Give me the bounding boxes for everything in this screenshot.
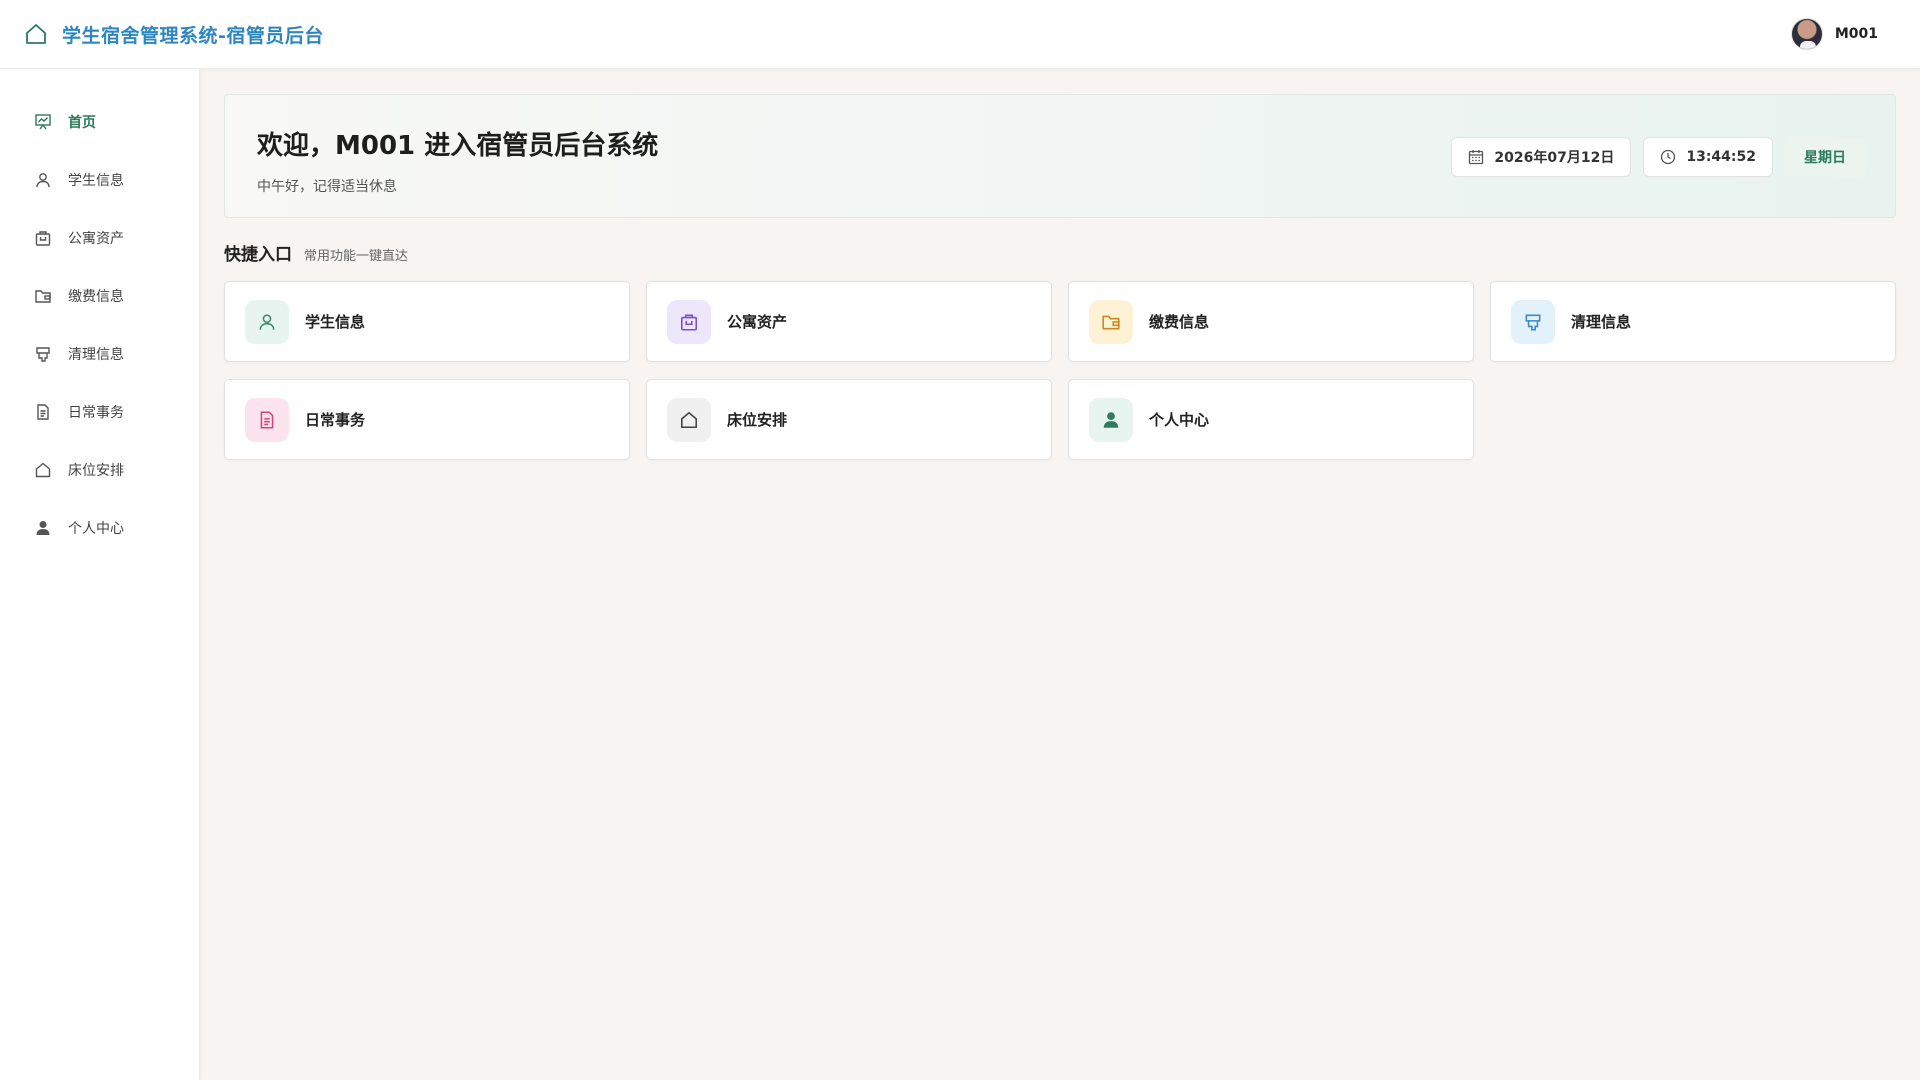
date-pill: 2026年07月12日 (1451, 137, 1632, 177)
document-icon (34, 403, 52, 421)
card-label: 床位安排 (727, 411, 788, 429)
quick-card-payments[interactable]: 缴费信息 (1068, 281, 1474, 362)
welcome-banner: 欢迎，M001 进入宿管员后台系统 中午好，记得适当休息 2026年07月12日… (224, 94, 1896, 218)
time-text: 13:44:52 (1686, 149, 1756, 165)
user-icon (34, 171, 52, 189)
sidebar-item-label: 学生信息 (68, 173, 124, 189)
quick-access-header: 快捷入口 常用功能一键直达 (224, 240, 1896, 265)
person-filled-icon (34, 519, 52, 537)
wallet-icon (1089, 299, 1133, 344)
sidebar-item-label: 公寓资产 (68, 231, 124, 247)
welcome-subtitle: 中午好，记得适当休息 (257, 179, 397, 195)
quick-card-cleaning[interactable]: 清理信息 (1490, 281, 1896, 362)
card-label: 公寓资产 (727, 313, 788, 331)
wallet-icon (34, 287, 52, 305)
box-icon (667, 299, 711, 344)
cleaning-icon (34, 345, 52, 363)
document-icon (245, 397, 289, 442)
datetime-pills: 2026年07月12日 13:44:52 星期日 (1451, 137, 1865, 177)
sidebar-item-label: 日常事务 (68, 405, 124, 421)
top-header: 学生宿舍管理系统-宿管员后台 M001 (0, 0, 1920, 69)
house-icon (34, 461, 52, 479)
calendar-icon (1468, 149, 1484, 165)
sidebar-item-profile[interactable]: 个人中心 (0, 499, 199, 557)
sidebar-item-beds[interactable]: 床位安排 (0, 441, 199, 499)
sidebar-item-home[interactable]: 首页 (0, 93, 199, 151)
sidebar-item-label: 个人中心 (68, 521, 124, 537)
card-label: 缴费信息 (1149, 313, 1210, 331)
card-label: 清理信息 (1571, 313, 1632, 331)
person-filled-icon (1089, 397, 1133, 442)
house-icon (667, 397, 711, 442)
box-icon (34, 229, 52, 247)
clock-icon (1660, 149, 1676, 165)
sidebar-item-assets[interactable]: 公寓资产 (0, 209, 199, 267)
sidebar-item-payments[interactable]: 缴费信息 (0, 267, 199, 325)
sidebar-item-label: 首页 (68, 115, 96, 131)
sidebar-item-label: 清理信息 (68, 347, 124, 363)
time-pill: 13:44:52 (1643, 137, 1773, 177)
user-name: M001 (1834, 26, 1878, 42)
home-chart-icon (34, 113, 52, 131)
user-menu[interactable]: M001 (1790, 18, 1878, 50)
sidebar: 首页 学生信息 公寓资产 缴费信息 清理信息 日常事务 床位安排 个人中心 (0, 69, 200, 1080)
app-title: 学生宿舍管理系统-宿管员后台 (62, 24, 324, 47)
weekday-text: 星期日 (1804, 150, 1846, 166)
quick-card-students[interactable]: 学生信息 (224, 281, 630, 362)
sidebar-item-label: 缴费信息 (68, 289, 124, 305)
avatar[interactable] (1790, 18, 1823, 50)
user-icon (245, 299, 289, 344)
house-icon (24, 22, 48, 46)
card-label: 学生信息 (305, 313, 366, 331)
main-content: 欢迎，M001 进入宿管员后台系统 中午好，记得适当休息 2026年07月12日… (224, 94, 1896, 460)
card-label: 日常事务 (305, 411, 366, 429)
date-text: 2026年07月12日 (1494, 150, 1615, 166)
sidebar-item-cleaning[interactable]: 清理信息 (0, 325, 199, 383)
sidebar-item-daily[interactable]: 日常事务 (0, 383, 199, 441)
sidebar-item-label: 床位安排 (68, 463, 124, 479)
quick-card-assets[interactable]: 公寓资产 (646, 281, 1052, 362)
weekday-pill: 星期日 (1785, 137, 1865, 177)
quick-card-beds[interactable]: 床位安排 (646, 379, 1052, 460)
sidebar-item-students[interactable]: 学生信息 (0, 151, 199, 209)
quick-card-daily[interactable]: 日常事务 (224, 379, 630, 460)
brand[interactable]: 学生宿舍管理系统-宿管员后台 (24, 21, 324, 48)
cleaning-icon (1511, 299, 1555, 344)
card-label: 个人中心 (1149, 411, 1210, 429)
quick-access-grid: 学生信息 公寓资产 缴费信息 清理信息 日常事务 床位安排 个人中心 (224, 281, 1896, 460)
section-title: 快捷入口 (224, 245, 292, 265)
quick-card-profile[interactable]: 个人中心 (1068, 379, 1474, 460)
section-subtitle: 常用功能一键直达 (304, 249, 409, 264)
